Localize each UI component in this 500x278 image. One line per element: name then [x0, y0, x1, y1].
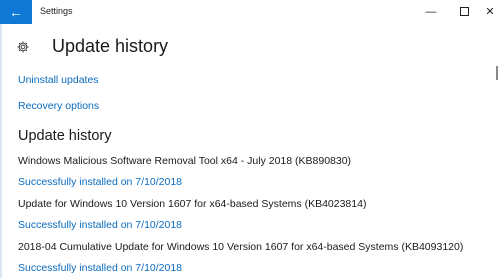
uninstall-updates-link[interactable]: Uninstall updates: [18, 74, 99, 86]
scroll-thumb[interactable]: [496, 66, 498, 80]
window-title: Settings: [40, 6, 73, 16]
close-icon: ✕: [485, 6, 495, 18]
recovery-options-link[interactable]: Recovery options: [18, 100, 99, 112]
minimize-icon: —: [425, 6, 437, 18]
page-title: Update history: [52, 36, 169, 56]
update-status-link[interactable]: Successfully installed on 7/10/2018: [18, 219, 182, 231]
vertical-scrollbar[interactable]: [494, 24, 500, 278]
update-name: 2018-04 Cumulative Update for Windows 10…: [18, 241, 464, 253]
back-arrow-icon: ←: [9, 4, 23, 20]
gear-icon: [17, 41, 29, 53]
update-status-link[interactable]: Successfully installed on 7/10/2018: [18, 176, 182, 188]
title-bar: ← Settings — ✕: [0, 0, 500, 24]
section-title: Update history: [18, 128, 112, 144]
close-button[interactable]: ✕: [473, 0, 500, 24]
window-edge: [0, 24, 2, 278]
minimize-button[interactable]: —: [414, 0, 448, 24]
update-status-link[interactable]: Successfully installed on 7/10/2018: [18, 262, 182, 274]
update-name: Windows Malicious Software Removal Tool …: [18, 155, 352, 167]
back-button[interactable]: ←: [0, 0, 32, 24]
update-name: Update for Windows 10 Version 1607 for x…: [18, 198, 367, 210]
maximize-icon: [459, 6, 469, 16]
